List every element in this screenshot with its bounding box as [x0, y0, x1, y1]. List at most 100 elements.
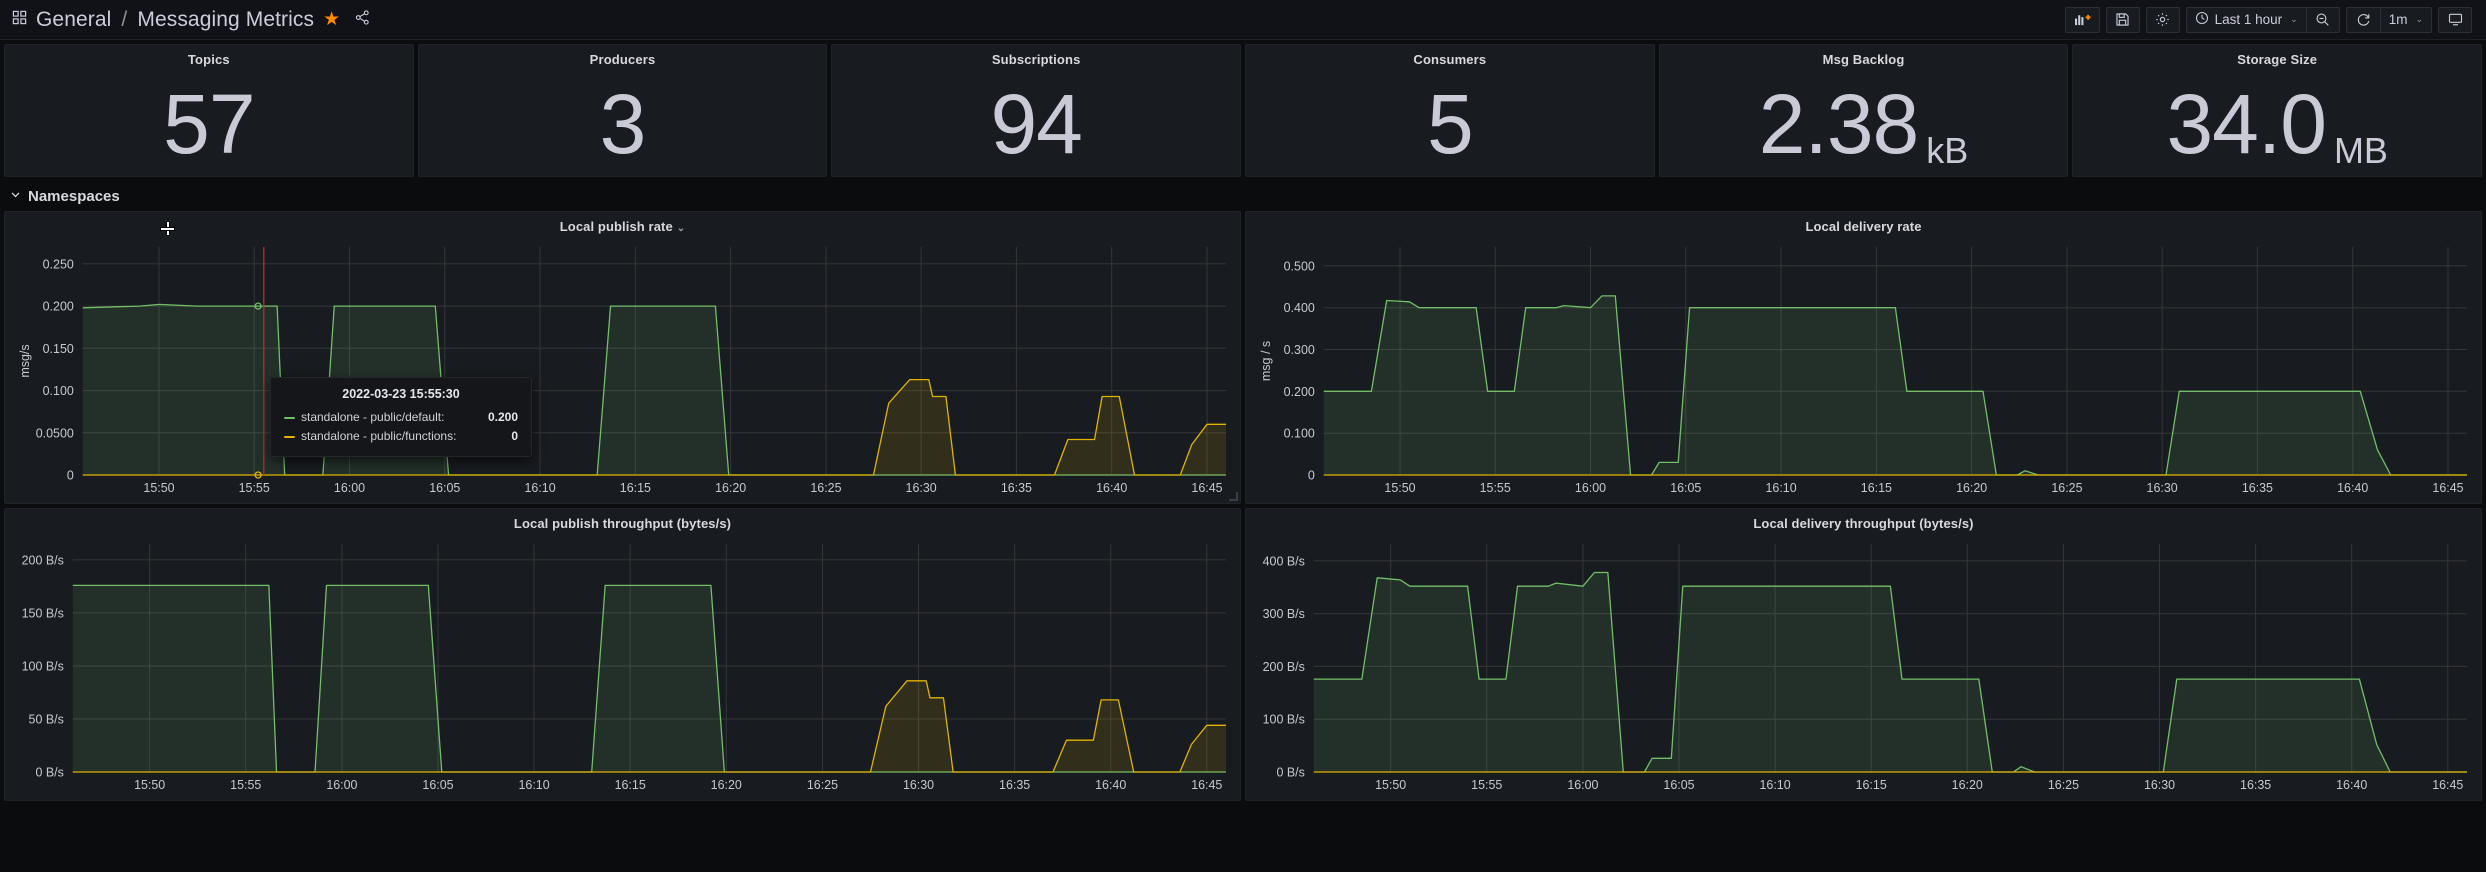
svg-text:16:40: 16:40 — [1095, 778, 1126, 792]
stat-panel-title: Storage Size — [2237, 52, 2318, 67]
breadcrumb: General / Messaging Metrics ★ — [12, 8, 370, 32]
svg-text:16:20: 16:20 — [1956, 481, 1987, 495]
svg-text:16:20: 16:20 — [1952, 778, 1983, 792]
page-title[interactable]: Messaging Metrics — [137, 8, 314, 32]
refresh-interval-label: 1m — [2388, 12, 2408, 27]
star-icon[interactable]: ★ — [323, 10, 340, 29]
panel-title-bar[interactable]: Local publish throughput (bytes/s) — [5, 509, 1240, 531]
svg-text:15:55: 15:55 — [239, 481, 270, 495]
breadcrumb-separator: / — [121, 7, 128, 31]
stat-panel-title: Topics — [187, 52, 230, 67]
refresh-group: 1m ⌄ — [2345, 6, 2432, 33]
svg-text:16:25: 16:25 — [2051, 481, 2082, 495]
stat-panel[interactable]: Msg Backlog 2.38 kB — [1658, 44, 2069, 177]
svg-text:16:10: 16:10 — [524, 481, 555, 495]
stat-panel[interactable]: Subscriptions 94 — [831, 44, 1242, 177]
plot-area[interactable]: 0 0.0500 0.100 0.150 0.200 0.250 15:50 15:55 16:… — [11, 239, 1232, 501]
svg-text:16:05: 16:05 — [429, 481, 460, 495]
panel-title-bar[interactable]: Local delivery rate — [1246, 212, 2481, 234]
svg-text:0.500: 0.500 — [1284, 259, 1315, 273]
svg-text:16:30: 16:30 — [2147, 481, 2178, 495]
save-dashboard-button[interactable] — [2105, 6, 2140, 33]
stat-panel-value-group: 34.0 MB — [2073, 71, 2481, 176]
panel-grid: Local publish rate ⌄ 0 0.0500 0.100 0.150 0.20… — [0, 211, 2486, 801]
svg-text:0.400: 0.400 — [1284, 301, 1315, 315]
share-icon[interactable] — [355, 9, 370, 30]
zoom-out-time-button[interactable] — [2305, 6, 2340, 33]
svg-text:300 B/s: 300 B/s — [1263, 607, 1305, 621]
svg-text:200 B/s: 200 B/s — [22, 553, 64, 567]
graph-panel[interactable]: Local delivery rate 0 0.100 0.200 0.300 0.400… — [1245, 211, 2482, 504]
chevron-down-icon: ⌄ — [2415, 14, 2423, 24]
stat-panel[interactable]: Storage Size 34.0 MB — [2072, 44, 2483, 177]
svg-text:150 B/s: 150 B/s — [22, 606, 64, 620]
dashboard-settings-button[interactable] — [2145, 6, 2180, 33]
graph-panel[interactable]: Local publish rate ⌄ 0 0.0500 0.100 0.150 0.20… — [4, 211, 1241, 504]
svg-text:0.200: 0.200 — [1284, 385, 1315, 399]
stat-panel[interactable]: Consumers 5 — [1245, 44, 1655, 177]
plot-area[interactable]: 0 B/s 50 B/s 100 B/s 150 B/s 200 B/s 15:50 15:… — [11, 536, 1232, 798]
row-header-namespaces[interactable]: Namespaces — [0, 177, 2486, 211]
svg-text:16:25: 16:25 — [2048, 778, 2079, 792]
tooltip-timestamp: 2022-03-23 15:55:30 — [342, 387, 460, 401]
svg-text:0.300: 0.300 — [1284, 343, 1315, 357]
time-range-label: Last 1 hour — [2214, 12, 2283, 27]
svg-text:16:20: 16:20 — [711, 778, 742, 792]
stat-panel-value-group: 94 — [832, 71, 1240, 176]
svg-text:msg / s: msg / s — [1259, 341, 1273, 381]
svg-text:16:15: 16:15 — [615, 778, 646, 792]
svg-text:16:20: 16:20 — [715, 481, 746, 495]
panel-title-bar[interactable]: Local delivery throughput (bytes/s) — [1246, 509, 2481, 531]
svg-text:16:00: 16:00 — [334, 481, 365, 495]
stat-panel-row: Topics 57 Producers 3 Subscriptions 94 Consume… — [0, 40, 2486, 177]
svg-text:16:05: 16:05 — [1663, 778, 1694, 792]
stat-panel-value-group: 3 — [419, 71, 827, 176]
svg-text:0.150: 0.150 — [43, 342, 74, 356]
refresh-button[interactable] — [2345, 6, 2380, 33]
panel-title-bar[interactable]: Local publish rate ⌄ — [5, 212, 1240, 234]
cursor-crosshair — [161, 222, 174, 235]
tooltip-series-row: standalone - public/default: 0.200 — [284, 408, 518, 427]
svg-text:16:05: 16:05 — [1670, 481, 1701, 495]
tooltip-series-name: standalone - public/default: — [301, 410, 445, 424]
clock-icon — [2195, 11, 2209, 28]
dashboard-toolbar: Last 1 hour ⌄ 1m ⌄ — [2064, 6, 2472, 33]
stat-panel-unit: kB — [1926, 130, 1969, 171]
svg-text:15:55: 15:55 — [230, 778, 261, 792]
plot-area[interactable]: 0 B/s 100 B/s 200 B/s 300 B/s 400 B/s 15:50 15… — [1252, 536, 2473, 798]
stat-panel-title: Msg Backlog — [1822, 52, 1905, 67]
panel-title: Local delivery throughput (bytes/s) — [1753, 516, 1974, 531]
svg-text:16:15: 16:15 — [1861, 481, 1892, 495]
svg-text:16:45: 16:45 — [1191, 778, 1222, 792]
svg-text:15:50: 15:50 — [134, 778, 165, 792]
svg-text:0.0500: 0.0500 — [36, 426, 74, 440]
chevron-down-icon[interactable] — [10, 187, 21, 205]
svg-text:msg/s: msg/s — [18, 344, 32, 377]
svg-text:0: 0 — [1308, 468, 1315, 482]
svg-text:100 B/s: 100 B/s — [1263, 713, 1305, 727]
panel-resize-handle[interactable] — [1229, 492, 1238, 501]
series-color-swatch — [284, 416, 295, 419]
svg-text:50 B/s: 50 B/s — [29, 712, 64, 726]
refresh-interval-picker[interactable]: 1m ⌄ — [2379, 6, 2432, 33]
plot-area[interactable]: 0 0.100 0.200 0.300 0.400 0.500 15:50 15:55 16:0… — [1252, 239, 2473, 501]
dashboard-grid-icon[interactable] — [12, 10, 27, 30]
svg-text:16:35: 16:35 — [2240, 778, 2271, 792]
time-range-picker[interactable]: Last 1 hour ⌄ — [2185, 6, 2306, 33]
svg-text:16:00: 16:00 — [1575, 481, 1606, 495]
stat-panel[interactable]: Producers 3 — [417, 44, 828, 177]
svg-text:200 B/s: 200 B/s — [1263, 660, 1305, 674]
stat-panel-value-group: 57 — [5, 71, 413, 176]
stat-panel[interactable]: Topics 57 — [4, 44, 414, 177]
svg-text:0.200: 0.200 — [43, 300, 74, 314]
svg-text:16:30: 16:30 — [903, 778, 934, 792]
svg-text:0 B/s: 0 B/s — [1276, 765, 1304, 779]
chevron-down-icon[interactable]: ⌄ — [677, 223, 685, 234]
add-panel-button[interactable] — [2064, 6, 2100, 33]
breadcrumb-folder[interactable]: General — [36, 8, 111, 32]
graph-panel[interactable]: Local delivery throughput (bytes/s) 0 B/s… — [1245, 508, 2482, 801]
graph-panel[interactable]: Local publish throughput (bytes/s) 0 B/s 5… — [4, 508, 1241, 801]
tv-mode-button[interactable] — [2438, 6, 2472, 33]
stat-panel-value: 3 — [599, 76, 647, 171]
stat-panel-value-group: 5 — [1246, 71, 1654, 176]
